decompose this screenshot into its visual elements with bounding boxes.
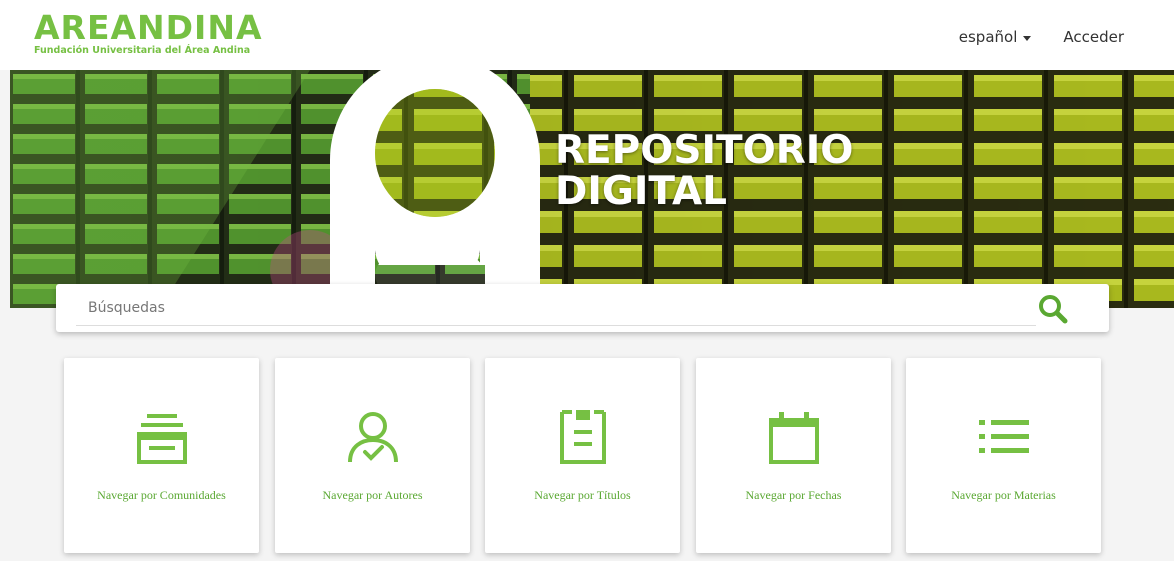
search-icon xyxy=(1039,295,1068,324)
card-label: Navegar por Materias xyxy=(951,488,1056,502)
search-button[interactable] xyxy=(1037,293,1069,325)
logo-wordmark: AREANDINA xyxy=(34,8,263,47)
areandina-logo[interactable]: AREANDINA Fundación Universitaria del Ár… xyxy=(34,10,262,57)
caret-down-icon xyxy=(1023,35,1032,41)
site-header: AREANDINA Fundación Universitaria del Ár… xyxy=(0,0,1174,70)
list-icon xyxy=(979,420,1029,453)
header-nav: español Acceder xyxy=(959,28,1124,46)
card-label: Navegar por Fechas xyxy=(745,488,842,502)
banner-title-line1: REPOSITORIO xyxy=(555,128,854,173)
language-label: español xyxy=(958,28,1018,46)
card-label: Navegar por Autores xyxy=(322,488,423,502)
card-label: Navegar por Títulos xyxy=(534,488,631,502)
login-link[interactable]: Acceder xyxy=(1063,28,1124,46)
browse-dates-card[interactable]: Navegar por Fechas xyxy=(696,358,891,553)
browse-communities-card[interactable]: Navegar por Comunidades xyxy=(64,358,259,553)
document-icon xyxy=(560,410,606,464)
browse-titles-card[interactable]: Navegar por Títulos xyxy=(485,358,680,553)
browse-authors-card[interactable]: Navegar por Autores xyxy=(275,358,470,553)
banner-title-line2: DIGITAL xyxy=(555,169,728,214)
browse-subjects-card[interactable]: Navegar por Materias xyxy=(906,358,1101,553)
archive-box-icon xyxy=(137,414,187,464)
calendar-icon xyxy=(769,412,819,464)
language-dropdown[interactable]: español xyxy=(959,28,1032,46)
card-label: Navegar por Comunidades xyxy=(97,488,226,502)
logo-subtitle: Fundación Universitaria del Área Andina xyxy=(34,45,251,56)
search-input[interactable] xyxy=(76,290,1036,326)
user-check-icon xyxy=(348,412,398,463)
banner-title: REPOSITORIO DIGITAL xyxy=(555,130,853,212)
hero-banner: REPOSITORIO DIGITAL xyxy=(10,70,1174,308)
search-bar xyxy=(56,284,1109,332)
